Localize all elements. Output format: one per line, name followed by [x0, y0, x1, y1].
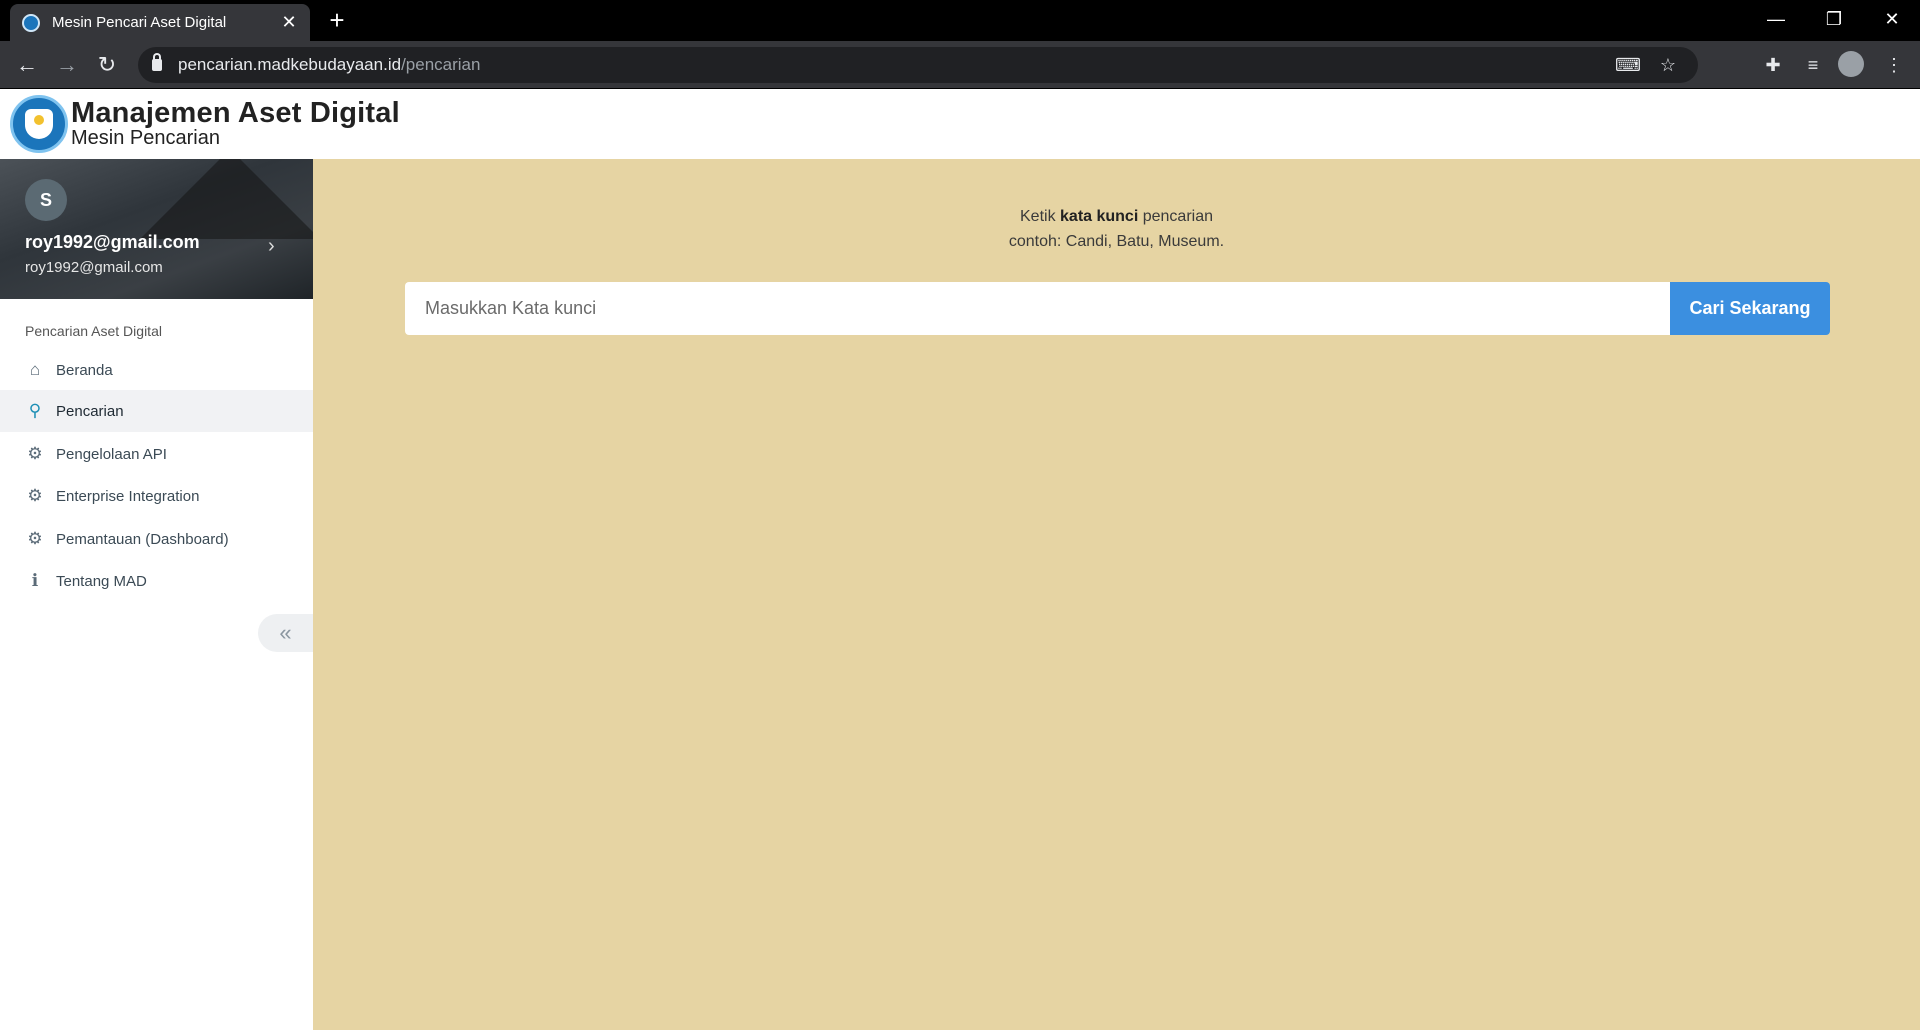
search-input[interactable]	[405, 282, 1671, 335]
kemendikbud-logo[interactable]	[10, 95, 68, 153]
tab-close-icon[interactable]: ✕	[280, 12, 298, 33]
menu-section-title: Pencarian Aset Digital	[25, 323, 162, 339]
sidebar-item-label: Pengelolaan API	[56, 445, 167, 463]
lock-icon[interactable]	[152, 53, 162, 71]
tab-title: Mesin Pencari Aset Digital	[52, 14, 227, 31]
extensions-icon[interactable]: ✚	[1757, 49, 1789, 81]
search-button[interactable]: Cari Sekarang	[1670, 282, 1830, 335]
forward-icon[interactable]: →	[53, 51, 81, 79]
app-subtitle: Mesin Pencarian	[71, 127, 220, 149]
media-control-icon[interactable]: ≡	[1797, 49, 1829, 81]
hint-prefix: Ketik	[1020, 208, 1061, 225]
gears-icon: ⚙	[27, 444, 43, 463]
browser-tabbar: Mesin Pencari Aset Digital ✕ + — ❐ ✕	[0, 0, 1920, 41]
home-icon: ⌂	[29, 360, 41, 379]
url-path: /pencarian	[401, 55, 481, 74]
sidebar-item-pencarian[interactable]: ⚲ Pencarian	[0, 390, 313, 432]
sidebar-item-tentang-mad[interactable]: ℹ Tentang MAD	[0, 560, 313, 602]
restore-icon[interactable]: ❐	[1806, 0, 1862, 38]
sidebar-item-enterprise-integration[interactable]: ⚙ Enterprise Integration	[0, 475, 313, 517]
search-hint: Ketik kata kunci pencarian contoh: Candi…	[313, 204, 1920, 254]
browser-menu-icon[interactable]: ⋮	[1878, 49, 1910, 81]
profile-name: roy1992@gmail.com	[25, 232, 200, 252]
hint-suffix: pencarian	[1138, 208, 1213, 225]
window-close-icon[interactable]: ✕	[1864, 0, 1920, 38]
app-title: Manajemen Aset Digital	[71, 97, 400, 129]
back-icon[interactable]: ←	[13, 51, 41, 79]
sidebar-item-label: Pencarian	[56, 402, 124, 420]
collapse-sidebar-button[interactable]: «	[258, 614, 313, 652]
bookmark-star-icon[interactable]: ☆	[1650, 47, 1686, 83]
browser-tab[interactable]: Mesin Pencari Aset Digital ✕	[10, 4, 310, 41]
translate-icon[interactable]: ⌨	[1610, 47, 1646, 83]
search-icon: ⚲	[28, 401, 42, 420]
browser-toolbar: ← → ↻ pencarian.madkebudayaan.id/pencari…	[0, 41, 1920, 89]
info-icon: ℹ	[31, 571, 39, 590]
sidebar-item-pemantauan[interactable]: ⚙ Pemantauan (Dashboard)	[0, 518, 313, 560]
sidebar: S roy1992@gmail.com roy1992@gmail.com › …	[0, 159, 313, 1030]
gears-icon: ⚙	[27, 529, 43, 548]
sidebar-item-label: Enterprise Integration	[56, 487, 200, 505]
app-header: Manajemen Aset Digital Mesin Pencarian	[0, 89, 1920, 159]
new-tab-button[interactable]: +	[325, 6, 349, 34]
url-host: pencarian.madkebudayaan.id	[178, 55, 402, 74]
sidebar-item-label: Tentang MAD	[56, 572, 147, 590]
sidebar-item-label: Pemantauan (Dashboard)	[56, 530, 229, 548]
hint-example: contoh: Candi, Batu, Museum.	[1008, 233, 1225, 250]
avatar[interactable]: S	[25, 179, 67, 221]
sidebar-item-label: Beranda	[56, 361, 113, 379]
minimize-icon[interactable]: —	[1748, 0, 1804, 38]
gears-icon: ⚙	[27, 486, 43, 505]
hint-keyword: kata kunci	[1060, 208, 1139, 225]
sidebar-item-pengelolaan-api[interactable]: ⚙ Pengelolaan API	[0, 433, 313, 475]
sidebar-item-beranda[interactable]: ⌂ Beranda	[0, 349, 313, 391]
profile-email: roy1992@gmail.com	[25, 259, 163, 276]
address-bar[interactable]: pencarian.madkebudayaan.id/pencarian ⌨ ☆	[138, 47, 1698, 83]
profile-card[interactable]: S roy1992@gmail.com roy1992@gmail.com ›	[0, 159, 313, 299]
favicon-icon	[22, 13, 40, 32]
profile-background-image	[140, 159, 313, 239]
chevron-right-icon[interactable]: ›	[268, 235, 275, 258]
browser-profile-avatar[interactable]	[1838, 51, 1864, 77]
reload-icon[interactable]: ↻	[93, 51, 121, 79]
